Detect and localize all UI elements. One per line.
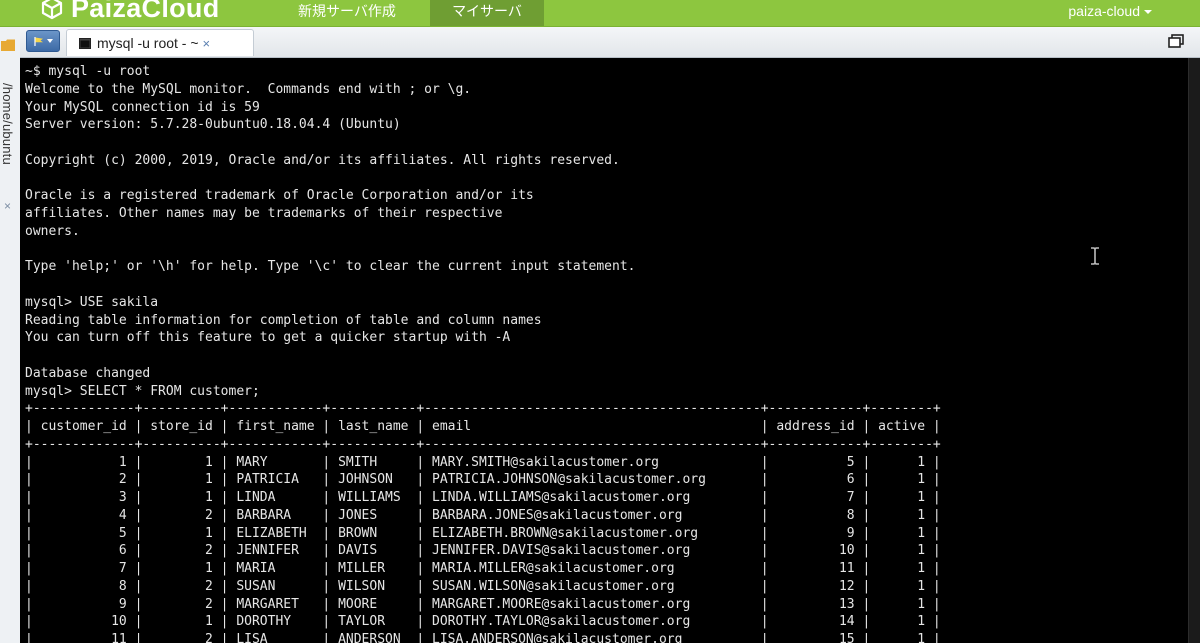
terminal-scrollbar[interactable] <box>1188 58 1200 643</box>
terminal-line: +-------------+----------+------------+-… <box>25 401 941 417</box>
chevron-down-icon <box>46 39 53 43</box>
user-name: paiza-cloud <box>1068 3 1140 19</box>
caret-down-icon <box>1144 10 1152 15</box>
terminal-icon <box>79 37 91 49</box>
terminal-line: | 10 | 1 | DOROTHY | TAYLOR | DOROTHY.TA… <box>25 614 941 630</box>
text-cursor-icon <box>1091 247 1099 265</box>
vertical-tab-home-ubuntu[interactable]: /home/ubuntu <box>0 83 15 165</box>
terminal-line: affiliates. Other names may be trademark… <box>25 206 503 221</box>
tab-mysql-terminal[interactable]: mysql -u root - ~ × <box>66 29 254 56</box>
terminal-line: Server version: 5.7.28-0ubuntu0.18.04.4 … <box>25 117 401 133</box>
tab-label: mysql -u root - ~ <box>97 35 199 51</box>
terminal-line: Reading table information for completion… <box>25 312 542 328</box>
paizacloud-app: PaizaCloud 新規サーバ作成 マイサーバ paiza-cloud /ho… <box>0 0 1200 643</box>
terminal-line: Copyright (c) 2000, 2019, Oracle and/or … <box>25 152 620 168</box>
terminal-line: mysql> SELECT * FROM customer; <box>25 383 260 399</box>
terminal-line: | 9 | 2 | MARGARET | MOORE | MARGARET.MO… <box>25 596 941 612</box>
nav-my-servers[interactable]: マイサーバ <box>430 0 544 26</box>
terminal-line: | 7 | 1 | MARIA | MILLER | MARIA.MILLER@… <box>25 561 941 576</box>
terminal-line: | 1 | 1 | MARY | SMITH | MARY.SMITH@saki… <box>25 454 941 470</box>
terminal-output[interactable]: ~$ mysql -u root Welcome to the MySQL mon… <box>20 58 1188 643</box>
brand-name: PaizaCloud <box>71 0 220 23</box>
tab-menu-button[interactable] <box>26 30 60 52</box>
top-navigation-bar: PaizaCloud 新規サーバ作成 マイサーバ paiza-cloud <box>0 0 1200 27</box>
terminal-line: | 8 | 2 | SUSAN | WILSON | SUSAN.WILSON@… <box>25 578 941 594</box>
terminal-line: | 11 | 2 | LISA | ANDERSON | LISA.ANDERS… <box>25 632 941 643</box>
terminal-line: | 6 | 2 | JENNIFER | DAVIS | JENNIFER.DA… <box>25 543 941 559</box>
nav-new-server[interactable]: 新規サーバ作成 <box>284 0 410 26</box>
terminal-line: owners. <box>25 223 80 239</box>
folder-icon[interactable] <box>1 39 15 51</box>
terminal-line: +-------------+----------+------------+-… <box>25 436 941 452</box>
terminal-line: | 5 | 1 | ELIZABETH | BROWN | ELIZABETH.… <box>25 525 941 541</box>
terminal-line: Welcome to the MySQL monitor. Commands e… <box>25 81 472 97</box>
terminal-line: | 3 | 1 | LINDA | WILLIAMS | LINDA.WILLI… <box>25 490 941 505</box>
brand-logo[interactable]: PaizaCloud <box>40 0 220 23</box>
terminal-line: Oracle is a registered trademark of Orac… <box>25 188 534 204</box>
left-tab-strip: /home/ubuntu × <box>0 27 21 643</box>
terminal-line: ~$ mysql -u root <box>25 64 151 79</box>
tab-bar: mysql -u root - ~ × <box>20 27 1200 58</box>
close-icon[interactable]: × <box>4 199 11 213</box>
terminal-line: You can turn off this feature to get a q… <box>25 330 511 346</box>
terminal-line: Your MySQL connection id is 59 <box>25 99 260 115</box>
window-restore-icon[interactable] <box>1168 34 1184 48</box>
flag-menu-icon <box>33 36 43 46</box>
terminal-line: | 4 | 2 | BARBARA | JONES | BARBARA.JONE… <box>25 507 941 523</box>
terminal-line: Database changed <box>25 365 151 381</box>
terminal-line: | 2 | 1 | PATRICIA | JOHNSON | PATRICIA.… <box>25 472 941 488</box>
close-icon[interactable]: × <box>203 36 211 51</box>
terminal-lines: ~$ mysql -u root Welcome to the MySQL mon… <box>25 63 941 643</box>
terminal-line: | customer_id | store_id | first_name | … <box>25 419 941 434</box>
cube-logo-icon <box>41 0 63 20</box>
terminal-line: Type 'help;' or '\h' for help. Type '\c'… <box>25 259 636 275</box>
user-menu[interactable]: paiza-cloud <box>1068 0 1152 26</box>
terminal-line: mysql> USE sakila <box>25 294 159 310</box>
